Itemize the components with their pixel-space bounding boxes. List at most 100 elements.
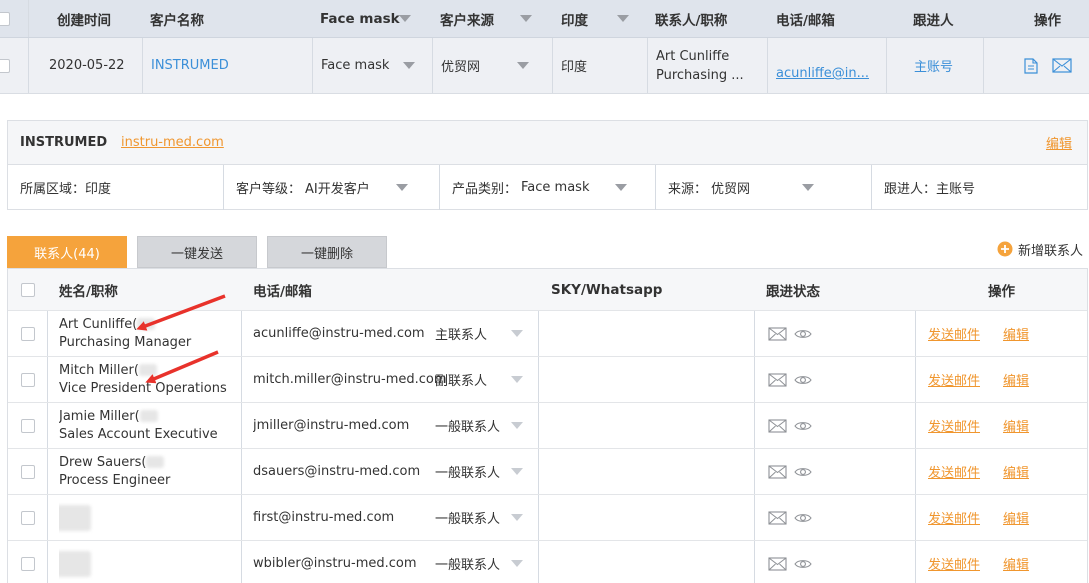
mail-icon[interactable] bbox=[768, 495, 787, 540]
eye-icon[interactable] bbox=[794, 311, 812, 356]
contact-title: Sales Account Executive bbox=[59, 426, 218, 442]
col-source[interactable]: 客户来源 bbox=[440, 0, 494, 37]
contact-title: Vice President Operations bbox=[59, 380, 227, 396]
contact-checkbox[interactable] bbox=[21, 357, 35, 402]
card-follower: 跟进人：主账号 bbox=[884, 182, 976, 197]
card-website-link[interactable]: instru-med.com bbox=[121, 121, 224, 164]
caret-down-icon bbox=[403, 62, 416, 69]
col-phone-email: 电话/邮箱 bbox=[253, 283, 312, 300]
edit-contact-link[interactable]: 编辑 bbox=[1003, 541, 1029, 583]
card-category-select[interactable]: 产品类别： Face mask bbox=[452, 165, 652, 210]
row-customer-name[interactable]: INSTRUMED bbox=[151, 38, 229, 93]
contact-checkbox[interactable] bbox=[21, 311, 35, 356]
delete-all-button[interactable]: 一键删除 bbox=[267, 236, 387, 268]
card-source-label: 来源： bbox=[668, 182, 708, 197]
contact-checkbox[interactable] bbox=[21, 541, 35, 583]
row-email-link[interactable]: acunliffe@in... bbox=[776, 38, 869, 93]
customer-row[interactable]: 2020-05-22 INSTRUMED Face mask 优贸网 印度 Ar… bbox=[0, 38, 1089, 94]
eye-icon[interactable] bbox=[794, 357, 812, 402]
contact-title: Purchasing Manager bbox=[59, 334, 192, 350]
contacts-select-all[interactable] bbox=[21, 269, 35, 310]
redacted-name bbox=[139, 410, 158, 422]
row-source-select[interactable]: 优贸网 bbox=[441, 38, 551, 93]
contact-row[interactable]: Mitch Miller( Vice President Operations … bbox=[8, 357, 1087, 403]
contact-checkbox[interactable] bbox=[21, 403, 35, 448]
select-all-checkbox[interactable] bbox=[0, 0, 12, 37]
caret-down-icon bbox=[802, 184, 815, 191]
send-email-link[interactable]: 发送邮件 bbox=[928, 449, 980, 494]
contact-row[interactable]: Jamie Miller( Sales Account Executive jm… bbox=[8, 403, 1087, 449]
card-source-select[interactable]: 来源： 优贸网 bbox=[668, 165, 868, 210]
mail-icon[interactable] bbox=[768, 311, 787, 356]
send-all-button[interactable]: 一键发送 bbox=[137, 236, 257, 268]
caret-down-icon[interactable] bbox=[511, 357, 523, 402]
send-email-link[interactable]: 发送邮件 bbox=[928, 495, 980, 540]
contact-checkbox[interactable] bbox=[21, 449, 35, 494]
edit-contact-link[interactable]: 编辑 bbox=[1003, 311, 1029, 356]
redacted-name bbox=[59, 504, 91, 531]
row-region: 印度 bbox=[561, 60, 588, 75]
eye-icon[interactable] bbox=[794, 449, 812, 494]
add-contact-button[interactable]: 新增联系人 bbox=[997, 240, 1084, 259]
col-contact-actions: 操作 bbox=[988, 283, 1015, 300]
contact-email: wbibler@instru-med.com bbox=[253, 556, 417, 571]
contact-row[interactable]: wbibler@instru-med.com 一般联系人 发送邮件 编辑 bbox=[8, 541, 1087, 583]
contact-name: Mitch Miller( bbox=[59, 362, 139, 378]
card-level-label: 客户等级： bbox=[236, 182, 302, 197]
col-product-caret-icon[interactable] bbox=[373, 0, 411, 37]
send-email-link[interactable]: 发送邮件 bbox=[928, 403, 980, 448]
redacted-name bbox=[137, 318, 156, 330]
eye-icon[interactable] bbox=[794, 541, 812, 583]
edit-contact-link[interactable]: 编辑 bbox=[1003, 449, 1029, 494]
col-sky: SKY/Whatsapp bbox=[551, 281, 663, 298]
row-source-value: 优贸网 bbox=[441, 60, 481, 75]
document-icon[interactable] bbox=[1024, 38, 1038, 93]
contact-row[interactable]: first@instru-med.com 一般联系人 发送邮件 编辑 bbox=[8, 495, 1087, 541]
plus-circle-icon bbox=[997, 241, 1013, 257]
contact-name-cell: Art Cunliffe( Purchasing Manager bbox=[59, 311, 239, 356]
caret-down-icon[interactable] bbox=[511, 449, 523, 494]
eye-icon[interactable] bbox=[794, 403, 812, 448]
send-email-link[interactable]: 发送邮件 bbox=[928, 311, 980, 356]
card-region: 所属区域：印度 bbox=[20, 182, 112, 197]
send-email-link[interactable]: 发送邮件 bbox=[928, 357, 980, 402]
caret-down-icon[interactable] bbox=[511, 311, 523, 356]
col-source-caret-icon[interactable] bbox=[520, 0, 532, 37]
row-follower-link[interactable]: 主账号 bbox=[914, 38, 953, 93]
card-source-value: 优贸网 bbox=[711, 182, 751, 197]
caret-down-icon bbox=[517, 62, 530, 69]
caret-down-icon bbox=[615, 184, 628, 191]
caret-down-icon[interactable] bbox=[511, 495, 523, 540]
row-product-select[interactable]: Face mask bbox=[321, 38, 431, 93]
col-region[interactable]: 印度 bbox=[561, 0, 588, 37]
mail-icon[interactable] bbox=[768, 357, 787, 402]
mail-icon[interactable] bbox=[768, 403, 787, 448]
mail-icon[interactable] bbox=[1052, 38, 1072, 93]
caret-down-icon[interactable] bbox=[511, 541, 523, 583]
redacted-name bbox=[138, 364, 157, 376]
send-email-link[interactable]: 发送邮件 bbox=[928, 541, 980, 583]
contact-name-cell: Drew Sauers( Process Engineer bbox=[59, 449, 239, 494]
col-customer[interactable]: 客户名称 bbox=[150, 0, 204, 37]
card-level-select[interactable]: 客户等级： AI开发客户 bbox=[236, 165, 436, 210]
eye-icon[interactable] bbox=[794, 495, 812, 540]
col-region-caret-icon[interactable] bbox=[617, 0, 629, 37]
row-checkbox[interactable] bbox=[0, 38, 12, 93]
contacts-header: 姓名/职称 电话/邮箱 SKY/Whatsapp 跟进状态 操作 bbox=[8, 269, 1087, 311]
caret-down-icon[interactable] bbox=[511, 403, 523, 448]
mail-icon[interactable] bbox=[768, 541, 787, 583]
contact-row[interactable]: Art Cunliffe( Purchasing Manager acunlif… bbox=[8, 311, 1087, 357]
contact-role: 一般联系人 bbox=[435, 420, 501, 435]
contact-row[interactable]: Drew Sauers( Process Engineer dsauers@in… bbox=[8, 449, 1087, 495]
add-contact-label: 新增联系人 bbox=[1018, 243, 1084, 259]
card-edit-link[interactable]: 编辑 bbox=[1046, 121, 1072, 164]
row-contact-name: Art Cunliffe bbox=[656, 48, 730, 64]
contact-checkbox[interactable] bbox=[21, 495, 35, 540]
edit-contact-link[interactable]: 编辑 bbox=[1003, 403, 1029, 448]
edit-contact-link[interactable]: 编辑 bbox=[1003, 495, 1029, 540]
mail-icon[interactable] bbox=[768, 449, 787, 494]
row-date: 2020-05-22 bbox=[49, 58, 125, 73]
tab-contacts[interactable]: 联系人(44) bbox=[7, 236, 127, 268]
col-created[interactable]: 创建时间 bbox=[57, 0, 111, 37]
edit-contact-link[interactable]: 编辑 bbox=[1003, 357, 1029, 402]
